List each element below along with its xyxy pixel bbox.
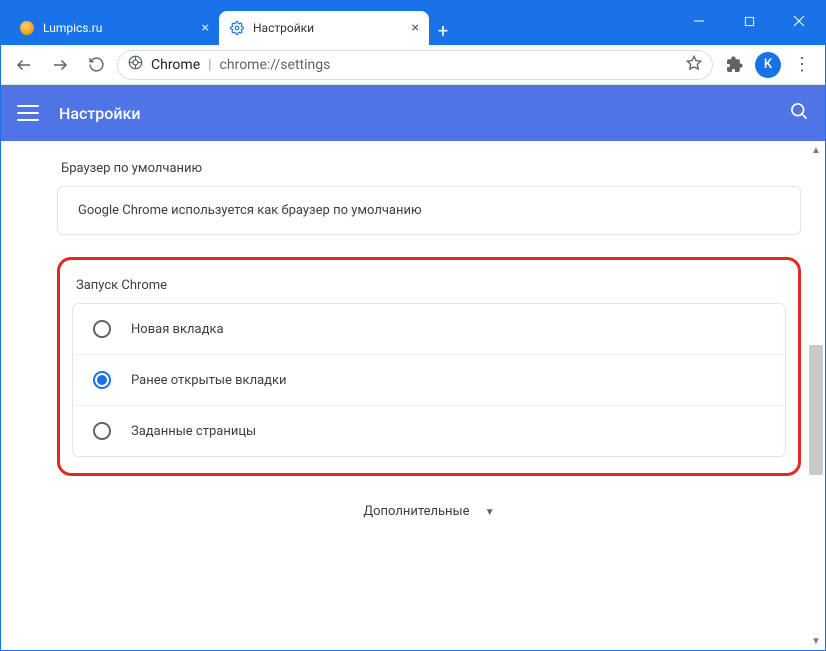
option-label: Новая вкладка [131,322,224,337]
window-controls [677,1,825,45]
url-text: chrome://settings [220,57,331,73]
tab-title: Настройки [253,21,404,35]
chevron-down-icon: ▼ [485,507,495,518]
startup-section-highlight: Запуск Chrome Новая вкладка Ранее открыт… [57,257,801,476]
radio-icon [93,320,111,338]
address-bar[interactable]: Chrome | chrome://settings [117,50,713,80]
startup-option-new-tab[interactable]: Новая вкладка [73,304,785,354]
toolbar: Chrome | chrome://settings K ⋮ [1,45,825,85]
section-heading-startup: Запуск Chrome [76,278,786,293]
content-area: Браузер по умолчанию Google Chrome испол… [1,141,825,650]
menu-icon[interactable] [17,105,39,121]
tab-settings[interactable]: Настройки × [219,11,429,45]
tab-lumpics[interactable]: Lumpics.ru × [9,11,219,45]
titlebar: Lumpics.ru × Настройки × + [1,1,825,45]
default-browser-text: Google Chrome используется как браузер п… [78,203,422,218]
option-label: Заданные страницы [131,424,256,439]
tab-close-icon[interactable]: × [412,20,419,36]
advanced-toggle[interactable]: Дополнительные ▼ [57,504,801,519]
back-button[interactable] [9,50,39,80]
option-label: Ранее открытые вкладки [131,373,287,388]
settings-favicon-icon [229,20,245,36]
page-title: Настройки [59,104,769,123]
reload-button[interactable] [81,50,111,80]
url-separator: | [208,57,211,73]
new-tab-button[interactable]: + [429,17,457,45]
scroll-up-button[interactable]: ▲ [809,143,823,157]
radio-icon [93,371,111,389]
startup-options-card: Новая вкладка Ранее открытые вкладки Зад… [72,303,786,457]
tab-title: Lumpics.ru [43,21,194,35]
scrollbar-thumb[interactable] [809,345,823,475]
forward-button[interactable] [45,50,75,80]
close-window-button[interactable] [777,7,821,35]
maximize-button[interactable] [727,7,771,35]
url-scheme: Chrome [151,57,200,73]
minimize-button[interactable] [677,7,721,35]
profile-avatar[interactable]: K [755,52,781,78]
extensions-icon[interactable] [719,50,749,80]
startup-option-specific-pages[interactable]: Заданные страницы [73,405,785,456]
bookmark-star-icon[interactable] [686,55,702,75]
site-info-icon[interactable] [128,55,143,74]
scroll-down-button[interactable]: ▼ [809,634,823,648]
startup-option-continue[interactable]: Ранее открытые вкладки [73,354,785,405]
section-heading-default-browser: Браузер по умолчанию [61,161,801,176]
default-browser-card: Google Chrome используется как браузер п… [57,186,801,235]
radio-icon [93,422,111,440]
tab-close-icon[interactable]: × [202,20,209,36]
settings-app-bar: Настройки [1,85,825,141]
advanced-label: Дополнительные [363,504,469,519]
tab-strip: Lumpics.ru × Настройки × + [9,11,677,45]
menu-button[interactable]: ⋮ [787,50,817,80]
lumpics-favicon-icon [19,20,35,36]
browser-window: Lumpics.ru × Настройки × + Chr [0,0,826,651]
search-icon[interactable] [789,101,809,125]
